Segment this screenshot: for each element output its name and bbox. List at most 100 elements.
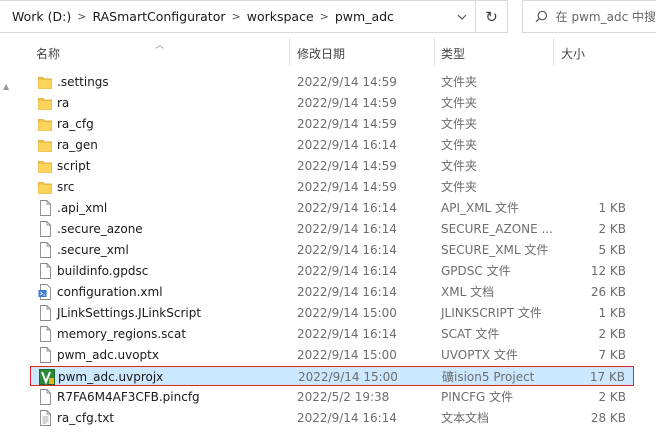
- folder-icon: [38, 179, 52, 195]
- file-row[interactable]: .secure_azone 2022/9/14 16:14 SECURE_AZONE…: [30, 219, 634, 239]
- file-row[interactable]: ra_gen 2022/9/14 16:14 文件夹: [30, 135, 634, 155]
- file-icon: [38, 263, 52, 279]
- breadcrumb-drive[interactable]: Work (D:): [8, 9, 75, 24]
- breadcrumb-pwm-adc[interactable]: pwm_adc: [331, 9, 398, 24]
- file-size: 7 KB: [598, 348, 626, 362]
- column-name[interactable]: 名称: [36, 45, 60, 62]
- file-icon: [38, 221, 52, 237]
- file-date: 2022/9/14 14:59: [297, 96, 397, 110]
- file-type: 文件夹: [441, 75, 478, 89]
- file-row[interactable]: src 2022/9/14 14:59 文件夹: [30, 177, 634, 197]
- file-type: JLINKSCRIPT 文件: [441, 306, 542, 320]
- column-divider[interactable]: [434, 38, 435, 66]
- file-name: configuration.xml: [57, 285, 163, 299]
- file-date: 2022/9/14 14:59: [297, 159, 397, 173]
- folder-icon: [38, 95, 52, 111]
- file-type: SECURE_XML 文件: [441, 243, 549, 257]
- column-type[interactable]: 类型: [441, 45, 465, 62]
- file-type: 文件夹: [441, 117, 478, 131]
- address-dropdown-button[interactable]: [447, 1, 475, 32]
- file-row[interactable]: R7FA6M4AF3CFB.pincfg 2022/5/2 19:38 PINCFG…: [30, 387, 634, 407]
- column-date[interactable]: 修改日期: [297, 45, 345, 62]
- folder-icon: [38, 137, 52, 153]
- file-icon: [38, 326, 52, 342]
- file-size: 28 KB: [590, 411, 626, 425]
- file-row[interactable]: pwm_adc.uvoptx 2022/9/14 15:00 UVOPTX 文件 7 …: [30, 345, 634, 365]
- chevron-right-icon[interactable]: >: [75, 10, 88, 23]
- folder-icon: [38, 116, 52, 132]
- refresh-icon: ↻: [485, 7, 498, 26]
- file-size: 12 KB: [590, 264, 626, 278]
- file-size: 1 KB: [598, 201, 626, 215]
- file-date: 2022/9/14 15:00: [297, 348, 397, 362]
- file-row[interactable]: ra 2022/9/14 14:59 文件夹: [30, 93, 634, 113]
- file-size: 2 KB: [598, 327, 626, 341]
- file-row-selected[interactable]: pwm_adc.uvprojx 2022/9/14 15:00 礦ision5 Pr…: [30, 366, 634, 386]
- refresh-button[interactable]: ↻: [476, 0, 508, 33]
- file-type: 文件夹: [441, 180, 478, 194]
- file-name: ra: [57, 96, 70, 110]
- chevron-right-icon[interactable]: >: [230, 10, 243, 23]
- keil-project-icon: [39, 369, 55, 385]
- folder-icon: [38, 158, 52, 174]
- file-row[interactable]: .api_xml 2022/9/14 16:14 API_XML 文件 1 KB: [30, 198, 634, 218]
- file-type: GPDSC 文件: [441, 264, 511, 278]
- file-row[interactable]: ra_cfg 2022/9/14 14:59 文件夹: [30, 114, 634, 134]
- file-type: 文本文档: [441, 411, 490, 425]
- file-type: 文件夹: [441, 96, 478, 110]
- file-type: 文件夹: [441, 159, 478, 173]
- file-row[interactable]: .secure_xml 2022/9/14 16:14 SECURE_XML 文件 5…: [30, 240, 634, 260]
- file-name: ra_cfg: [57, 117, 94, 131]
- file-date: 2022/9/14 16:14: [297, 285, 397, 299]
- scroll-track[interactable]: ▲: [0, 38, 14, 435]
- file-name: script: [57, 159, 91, 173]
- file-row[interactable]: buildinfo.gpdsc 2022/9/14 16:14 GPDSC 文件 12…: [30, 261, 634, 281]
- search-icon: [535, 10, 548, 23]
- address-bar[interactable]: Work (D:) > RASmartConfigurator > worksp…: [0, 0, 476, 33]
- column-divider[interactable]: [553, 38, 554, 66]
- file-row[interactable]: JLinkSettings.JLinkScript 2022/9/14 15:00…: [30, 303, 634, 323]
- file-type: SCAT 文件: [441, 327, 500, 341]
- file-type: API_XML 文件: [441, 201, 520, 215]
- chevron-right-icon[interactable]: >: [318, 10, 331, 23]
- file-type: SECURE_AZONE ...: [441, 222, 553, 236]
- file-name: .secure_azone: [57, 222, 143, 236]
- breadcrumb-workspace[interactable]: workspace: [243, 9, 318, 24]
- xml-file-icon: [38, 284, 52, 300]
- file-name: pwm_adc.uvoptx: [57, 348, 159, 362]
- file-date: 2022/9/14 16:14: [297, 201, 397, 215]
- file-date: 2022/9/14 14:59: [297, 75, 397, 89]
- breadcrumb: Work (D:) > RASmartConfigurator > worksp…: [0, 1, 447, 32]
- breadcrumb-rasmartconfigurator[interactable]: RASmartConfigurator: [88, 9, 229, 24]
- file-date: 2022/9/14 16:14: [297, 222, 397, 236]
- file-name: .settings: [57, 75, 109, 89]
- file-name: buildinfo.gpdsc: [57, 264, 149, 278]
- file-size: 2 KB: [598, 390, 626, 404]
- file-row[interactable]: .settings 2022/9/14 14:59 文件夹: [30, 72, 634, 92]
- file-name: src: [57, 180, 75, 194]
- file-row[interactable]: script 2022/9/14 14:59 文件夹: [30, 156, 634, 176]
- column-size[interactable]: 大小: [561, 45, 585, 62]
- file-name: .api_xml: [57, 201, 108, 215]
- column-divider[interactable]: [289, 38, 290, 66]
- file-row[interactable]: configuration.xml 2022/9/14 16:14 XML 文档 26…: [30, 282, 634, 302]
- file-row[interactable]: memory_regions.scat 2022/9/14 16:14 SCAT 文…: [30, 324, 634, 344]
- file-name: ra_cfg.txt: [57, 411, 115, 425]
- file-date: 2022/9/14 14:59: [297, 180, 397, 194]
- file-date: 2022/9/14 16:14: [297, 327, 397, 341]
- file-name: R7FA6M4AF3CFB.pincfg: [57, 390, 200, 404]
- file-icon: [38, 305, 52, 321]
- file-name: JLinkSettings.JLinkScript: [57, 306, 202, 320]
- file-type: XML 文档: [441, 285, 495, 299]
- file-row[interactable]: ra_cfg.txt 2022/9/14 16:14 文本文档 28 KB: [30, 408, 634, 428]
- file-date: 2022/9/14 14:59: [297, 117, 397, 131]
- file-name: pwm_adc.uvprojx: [58, 370, 164, 384]
- file-date: 2022/9/14 16:14: [297, 411, 397, 425]
- chevron-down-icon: [457, 14, 466, 20]
- file-date: 2022/9/14 15:00: [298, 370, 398, 384]
- scroll-up-icon[interactable]: ▲: [3, 82, 9, 91]
- file-name: .secure_xml: [57, 243, 129, 257]
- file-name: ra_gen: [57, 138, 98, 152]
- file-type: PINCFG 文件: [441, 390, 514, 404]
- search-box[interactable]: 在 pwm_adc 中搜: [522, 0, 656, 33]
